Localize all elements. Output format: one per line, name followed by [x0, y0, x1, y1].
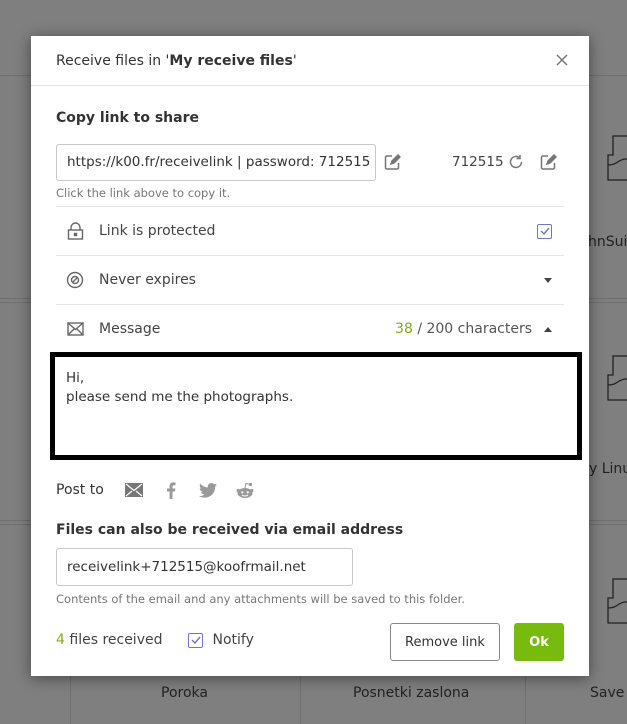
dialog-title: Receive files in 'My receive files' — [56, 53, 297, 69]
notify-label: Notify — [212, 632, 254, 648]
expiry-row[interactable]: Never expires — [56, 255, 564, 304]
twitter-icon — [198, 482, 217, 498]
folder-label[interactable]: Save t — [590, 685, 627, 701]
expiry-icon — [65, 270, 85, 290]
edit-icon — [384, 153, 401, 170]
email-icon — [124, 483, 143, 497]
expiry-label: Never expires — [99, 272, 196, 288]
lock-icon — [65, 221, 85, 241]
close-icon — [556, 54, 568, 66]
post-to-label: Post to — [56, 482, 104, 498]
expiry-dropdown-caret-icon[interactable] — [544, 277, 552, 283]
title-suffix: ' — [292, 52, 297, 69]
message-char-limit: / 200 characters — [412, 321, 532, 337]
files-received-label: files received — [64, 632, 163, 648]
reddit-icon — [236, 482, 254, 498]
edit-icon — [540, 153, 557, 170]
folder-icon[interactable] — [605, 578, 627, 624]
folder-icon[interactable] — [605, 355, 627, 401]
message-collapse-caret-icon[interactable] — [544, 326, 552, 332]
post-to-bar: Post to — [56, 481, 272, 499]
files-received-count: 4 — [56, 632, 65, 648]
check-icon — [540, 227, 550, 235]
message-label: Message — [99, 321, 161, 337]
email-share-button[interactable] — [124, 481, 144, 499]
email-receive-hint: Contents of the email and any attachment… — [56, 592, 465, 606]
close-button[interactable] — [553, 51, 571, 69]
dialog-footer-status: 4 files received Notify — [56, 632, 254, 648]
facebook-share-button[interactable] — [161, 481, 181, 499]
dialog-header: Receive files in 'My receive files' — [31, 36, 589, 86]
link-protected-label: Link is protected — [99, 223, 216, 239]
share-link-input[interactable]: https://k00.fr/receivelink | password: 7… — [56, 144, 376, 181]
message-textarea[interactable]: Hi, please send me the photographs. — [50, 352, 582, 460]
title-folder-name: My receive files — [169, 52, 293, 69]
ok-button[interactable]: Ok — [514, 623, 564, 661]
folder-icon[interactable] — [605, 135, 627, 181]
edit-password-button[interactable] — [539, 153, 557, 171]
copy-link-heading: Copy link to share — [56, 110, 199, 126]
receive-email-input[interactable]: receivelink+712515@koofrmail.net — [56, 548, 353, 586]
folder-label[interactable]: hnSui — [588, 234, 627, 250]
remove-link-button[interactable]: Remove link — [390, 623, 500, 661]
message-row[interactable]: Message 38 / 200 characters — [56, 304, 564, 353]
edit-link-button[interactable] — [383, 153, 401, 171]
notify-toggle[interactable]: Notify — [188, 632, 254, 648]
email-receive-heading: Files can also be received via email add… — [56, 522, 404, 538]
twitter-share-button[interactable] — [198, 481, 218, 499]
folder-label[interactable]: Posnetki zaslona — [353, 685, 469, 701]
folder-label[interactable]: Poroka — [161, 685, 208, 701]
copy-link-hint: Click the link above to copy it. — [56, 186, 231, 200]
message-char-count: 38 — [395, 321, 413, 337]
facebook-icon — [166, 481, 176, 499]
reddit-share-button[interactable] — [235, 481, 255, 499]
link-protected-checkbox[interactable] — [537, 223, 552, 239]
regenerate-password-button[interactable] — [507, 153, 525, 171]
receive-files-dialog: Receive files in 'My receive files' Copy… — [31, 36, 589, 676]
password-value: 712515 — [452, 154, 504, 170]
envelope-icon — [65, 319, 85, 339]
link-protected-row[interactable]: Link is protected — [56, 206, 564, 255]
refresh-icon — [509, 155, 523, 169]
check-icon — [191, 636, 201, 644]
notify-checkbox[interactable] — [188, 632, 204, 648]
title-prefix: Receive files in ' — [56, 52, 170, 69]
folder-label[interactable]: y Linu — [589, 461, 627, 477]
